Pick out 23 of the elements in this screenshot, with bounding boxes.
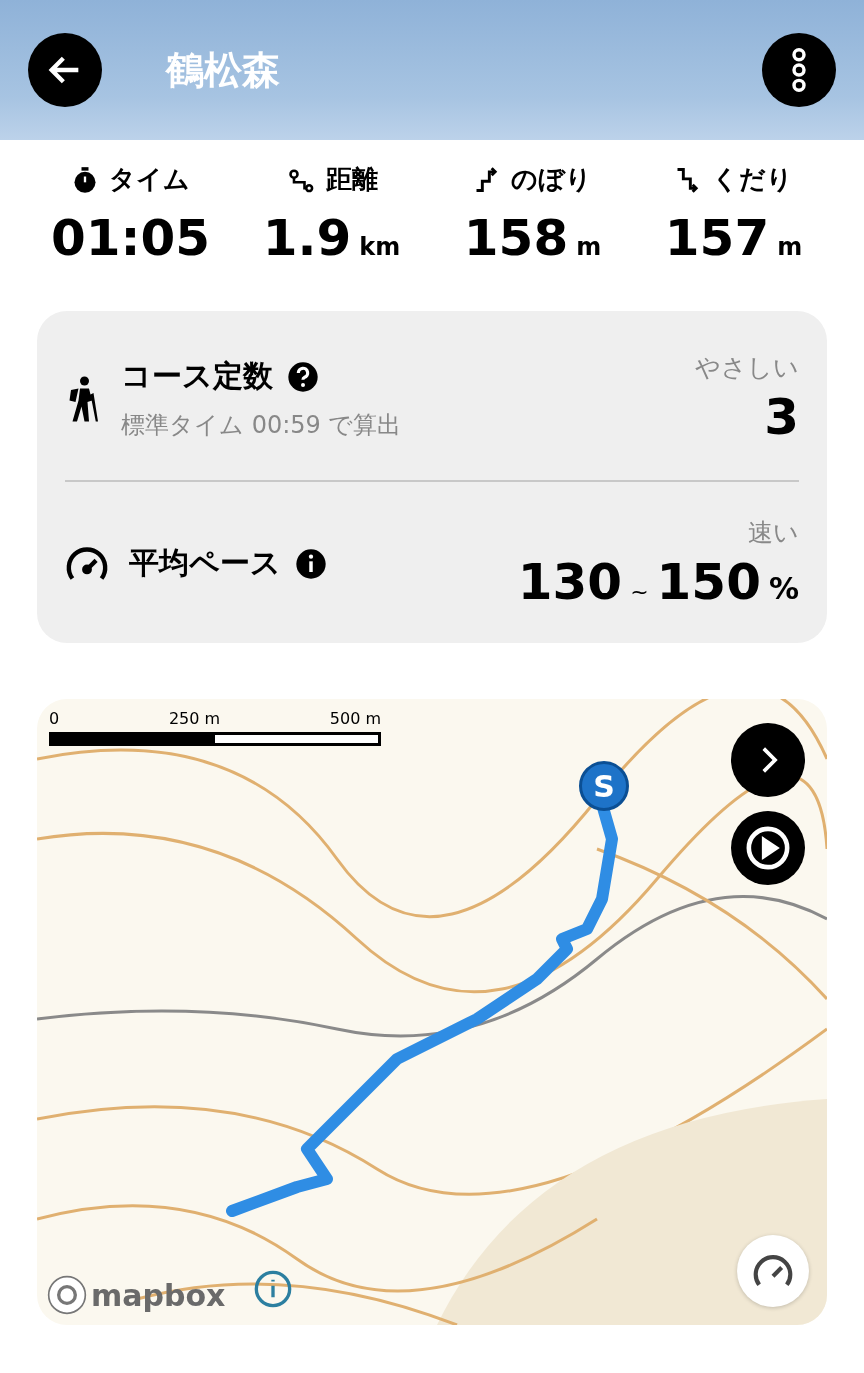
row-subtitle: 標準タイム 00:59 で算出 (121, 410, 402, 441)
row-value: 130 ~ 150 % (517, 553, 799, 611)
page-title: 鶴松森 (166, 46, 281, 94)
stat-value: 157 m (664, 209, 803, 267)
stat-label: タイム (109, 163, 190, 196)
play-icon (745, 825, 791, 871)
logo-icon (47, 1275, 87, 1315)
stat-value: 158 m (463, 209, 602, 267)
stat-label: のぼり (511, 163, 592, 196)
scale-bar: 0 250 m 500 m (49, 709, 381, 746)
stat-value: 01:05 (50, 209, 211, 267)
stat-label: 距離 (325, 163, 378, 196)
row-value: 3 (764, 388, 799, 446)
rating-label: 速い (748, 517, 799, 549)
rating-label: やさしい (695, 352, 799, 384)
stat-label: くだり (712, 163, 793, 196)
row-title: 平均ペース (129, 544, 281, 582)
row-title: コース定数 (121, 357, 273, 395)
more-icon (789, 47, 809, 93)
mapbox-logo: mapbox (47, 1275, 226, 1315)
help-icon[interactable] (287, 360, 319, 393)
info-icon[interactable] (295, 547, 327, 580)
stat-value: 1.9 km (262, 209, 401, 267)
